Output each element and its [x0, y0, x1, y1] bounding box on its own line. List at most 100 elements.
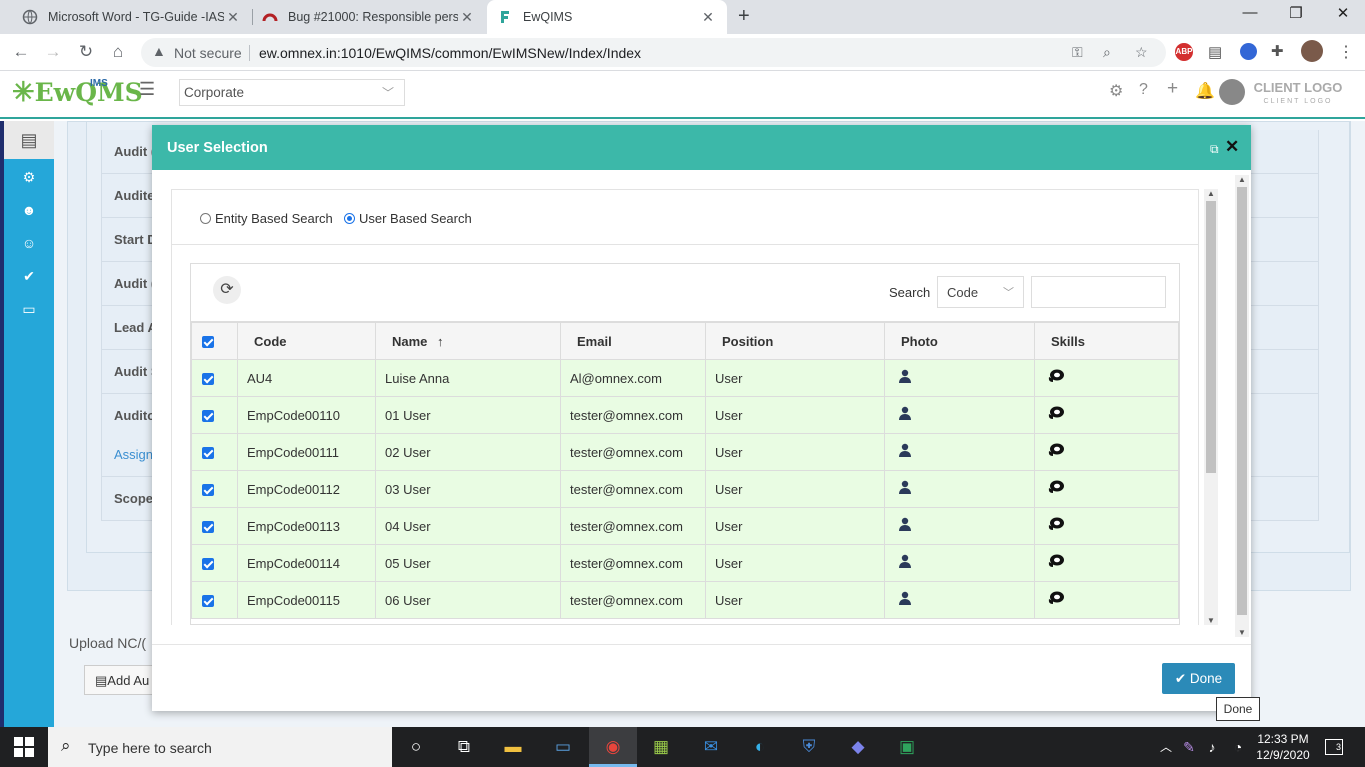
skills-icon[interactable] — [1047, 405, 1065, 426]
row-checkbox[interactable] — [202, 484, 214, 497]
task-view-icon[interactable]: ⧉ — [451, 735, 477, 759]
skills-icon[interactable] — [1047, 368, 1065, 389]
user-photo-icon[interactable] — [897, 590, 913, 611]
close-icon[interactable]: ✕ — [1225, 137, 1239, 157]
user-photo-icon[interactable] — [897, 368, 913, 389]
notepad-icon[interactable]: ▦ — [648, 735, 674, 759]
user-check-icon[interactable]: ✔ — [4, 268, 54, 290]
row-checkbox[interactable] — [202, 410, 214, 423]
grid-scrollbar[interactable]: ▲ ▼ — [1204, 189, 1218, 625]
settings-icon[interactable]: ⚙ — [4, 169, 54, 191]
user-photo-icon[interactable] — [897, 516, 913, 537]
monitor-user-icon[interactable]: ▭ — [4, 301, 54, 323]
adblock-extension-icon[interactable]: ABP — [1175, 43, 1193, 61]
teams-icon[interactable]: ◆ — [845, 735, 871, 759]
excel-icon[interactable]: ▣ — [894, 735, 920, 759]
close-tab-icon[interactable]: ✕ — [699, 9, 717, 26]
modal-scrollbar[interactable]: ▲ ▼ — [1235, 175, 1249, 637]
refresh-icon[interactable]: ⟳ — [213, 276, 241, 304]
app-logo[interactable]: ✳EwQMS IMS — [12, 77, 143, 108]
column-header-code[interactable]: Code — [237, 322, 376, 360]
scroll-down-icon[interactable]: ▼ — [1238, 628, 1246, 637]
radio-button[interactable] — [200, 213, 211, 224]
help-icon[interactable]: ? — [1139, 81, 1148, 99]
skills-icon[interactable] — [1047, 553, 1065, 574]
row-checkbox[interactable] — [202, 595, 214, 608]
organization-select[interactable]: Corporate ﹀ — [179, 79, 405, 106]
table-row[interactable]: EmpCode00115 06 User tester@omnex.com User — [191, 581, 1179, 619]
column-header-skills[interactable]: Skills — [1034, 322, 1179, 360]
skills-icon[interactable] — [1047, 590, 1065, 611]
chrome-icon[interactable]: ◉ — [600, 735, 626, 759]
column-header-email[interactable]: Email — [560, 322, 706, 360]
gear-icon[interactable]: ⚙ — [1109, 81, 1123, 101]
url-omnibox[interactable]: ▲ Not secure ew.omnex.in:1010/EwQIMS/com… — [141, 38, 1166, 67]
table-row[interactable]: EmpCode00111 02 User tester@omnex.com User — [191, 433, 1179, 471]
user-avatar[interactable] — [1219, 79, 1245, 105]
taskbar-search-box[interactable]: ⌕ Type here to search — [48, 727, 392, 767]
column-header-photo[interactable]: Photo — [884, 322, 1035, 360]
taskbar-clock[interactable]: 12:33 PM 12/9/2020 — [1254, 731, 1312, 763]
url-text[interactable]: ew.omnex.in:1010/EwQIMS/common/EwIMSNew/… — [259, 45, 641, 61]
row-checkbox[interactable] — [202, 373, 214, 386]
forward-icon[interactable]: → — [41, 41, 65, 65]
browser-tab-bug[interactable]: Bug #21000: Responsible person ✕ — [252, 0, 486, 34]
wifi-icon[interactable]: ◔ — [1225, 735, 1251, 759]
close-window-button[interactable]: ✕ — [1320, 4, 1365, 28]
cortana-icon[interactable]: ○ — [403, 735, 429, 759]
edge-icon[interactable]: ◐ — [747, 735, 773, 759]
user-photo-icon[interactable] — [897, 405, 913, 426]
notification-icon[interactable]: 3 — [1325, 739, 1343, 755]
user-photo-icon[interactable] — [897, 553, 913, 574]
mail-icon[interactable]: ✉ — [698, 735, 724, 759]
search-input[interactable] — [1031, 276, 1166, 308]
profile-avatar[interactable] — [1301, 40, 1323, 62]
table-row[interactable]: EmpCode00110 01 User tester@omnex.com User — [191, 396, 1179, 434]
popout-icon[interactable]: ⧉ — [1210, 142, 1219, 157]
restore-window-button[interactable]: ❐ — [1273, 4, 1319, 28]
home-icon[interactable]: ⌂ — [106, 41, 130, 65]
browser-menu-icon[interactable]: ⋮ — [1338, 42, 1354, 62]
skills-icon[interactable] — [1047, 442, 1065, 463]
done-button[interactable]: ✔ Done — [1162, 663, 1235, 694]
volume-icon[interactable]: ♪ — [1199, 735, 1225, 759]
user-photo-icon[interactable] — [897, 479, 913, 500]
select-all-checkbox[interactable] — [202, 336, 214, 349]
new-tab-button[interactable]: + — [738, 5, 750, 28]
scroll-up-icon[interactable]: ▲ — [1207, 189, 1215, 198]
assign-link[interactable]: Assign — [114, 447, 153, 462]
browser-tab-word[interactable]: Microsoft Word - TG-Guide -IASE ✕ — [12, 0, 252, 34]
skills-icon[interactable] — [1047, 516, 1065, 537]
windows-start-icon[interactable] — [14, 737, 34, 757]
browser-tab-ewqims[interactable]: EwQIMS ✕ — [487, 0, 727, 34]
extensions-puzzle-icon[interactable]: ✚ — [1271, 42, 1284, 60]
close-tab-icon[interactable]: ✕ — [458, 9, 476, 26]
user-settings-icon[interactable]: ☺ — [4, 235, 54, 257]
hamburger-menu-icon[interactable]: ☰ — [139, 79, 155, 100]
document-extension-icon[interactable]: ▤ — [1208, 43, 1222, 61]
back-icon[interactable]: ← — [9, 41, 33, 65]
column-header-position[interactable]: Position — [705, 322, 885, 360]
search-field-select[interactable]: Code ﹀ — [937, 276, 1024, 308]
row-checkbox[interactable] — [202, 447, 214, 460]
add-icon[interactable]: + — [1167, 78, 1178, 100]
document-icon[interactable]: ▤ — [4, 121, 54, 159]
bookmark-star-icon[interactable]: ☆ — [1135, 44, 1148, 61]
close-tab-icon[interactable]: ✕ — [224, 9, 242, 26]
table-row[interactable]: EmpCode00113 04 User tester@omnex.com User — [191, 507, 1179, 545]
group-icon[interactable]: ☻ — [4, 202, 54, 224]
skills-icon[interactable] — [1047, 479, 1065, 500]
scroll-down-icon[interactable]: ▼ — [1207, 616, 1215, 625]
entity-based-search-radio[interactable]: Entity Based Search — [200, 211, 333, 226]
table-row[interactable]: AU4 Luise Anna Al@omnex.com User — [191, 359, 1179, 397]
row-checkbox[interactable] — [202, 521, 214, 534]
scrollbar-thumb[interactable] — [1206, 201, 1216, 473]
scrollbar-thumb[interactable] — [1237, 187, 1247, 615]
key-icon[interactable]: ⚿ — [1072, 44, 1083, 61]
remote-desktop-icon[interactable]: ▭ — [550, 735, 576, 759]
user-photo-icon[interactable] — [897, 442, 913, 463]
column-header-name[interactable]: Name ↑ — [375, 322, 561, 360]
radio-button-selected[interactable] — [344, 213, 355, 224]
table-row[interactable]: EmpCode00114 05 User tester@omnex.com User — [191, 544, 1179, 582]
table-row[interactable]: EmpCode00112 03 User tester@omnex.com User — [191, 470, 1179, 508]
